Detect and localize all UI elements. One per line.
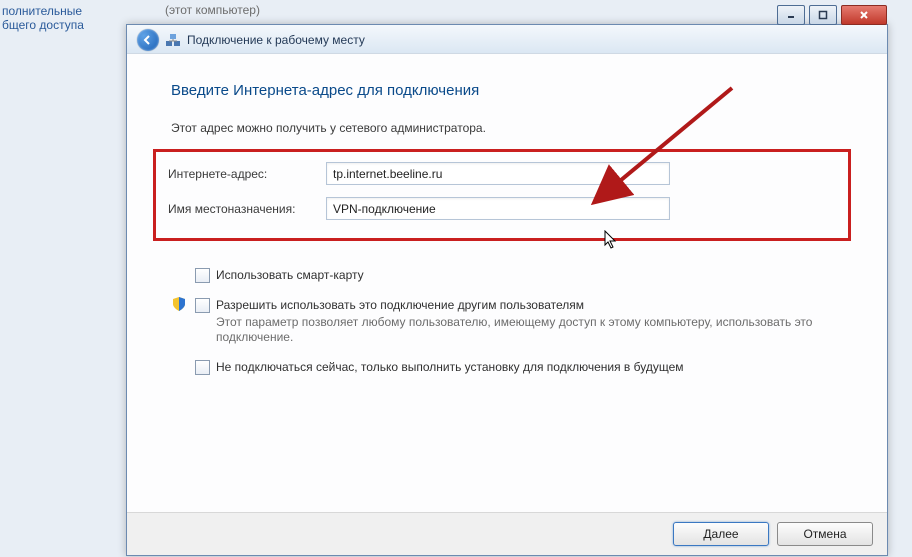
page-heading: Введите Интернета-адрес для подключения	[171, 82, 843, 99]
back-button[interactable]	[137, 29, 159, 51]
background-text: (этот компьютер)	[165, 3, 260, 17]
shield-icon	[171, 296, 187, 312]
internet-address-label: Интернете-адрес:	[168, 167, 326, 181]
titlebar: Подключение к рабочему месту	[127, 25, 887, 54]
smartcard-checkbox[interactable]	[195, 268, 210, 283]
cancel-button[interactable]: Отмена	[777, 522, 873, 546]
bottom-bar: Далее Отмена	[127, 512, 887, 555]
next-button[interactable]: Далее	[673, 522, 769, 546]
internet-address-input[interactable]	[326, 162, 670, 185]
destination-name-label: Имя местоназначения:	[168, 202, 326, 216]
maximize-button[interactable]	[809, 5, 837, 25]
highlight-annotation: Интернете-адрес: Имя местоназначения:	[153, 149, 851, 241]
allow-others-description: Этот параметр позволяет любому пользоват…	[216, 315, 843, 345]
destination-name-input[interactable]	[326, 197, 670, 220]
wizard-window: Подключение к рабочему месту Введите Инт…	[126, 24, 888, 556]
allow-others-checkbox[interactable]	[195, 298, 210, 313]
background-sidebar-fragment: полнительные бщего доступа	[0, 0, 132, 32]
close-button[interactable]	[841, 5, 887, 25]
allow-others-label: Разрешить использовать это подключение д…	[216, 297, 843, 313]
dont-connect-checkbox[interactable]	[195, 360, 210, 375]
window-title: Подключение к рабочему месту	[187, 33, 365, 47]
minimize-button[interactable]	[777, 5, 805, 25]
dont-connect-label: Не подключаться сейчас, только выполнить…	[216, 359, 684, 375]
smartcard-label: Использовать смарт-карту	[216, 267, 364, 283]
instruction-text: Этот адрес можно получить у сетевого адм…	[171, 121, 843, 135]
wizard-icon	[165, 32, 181, 48]
